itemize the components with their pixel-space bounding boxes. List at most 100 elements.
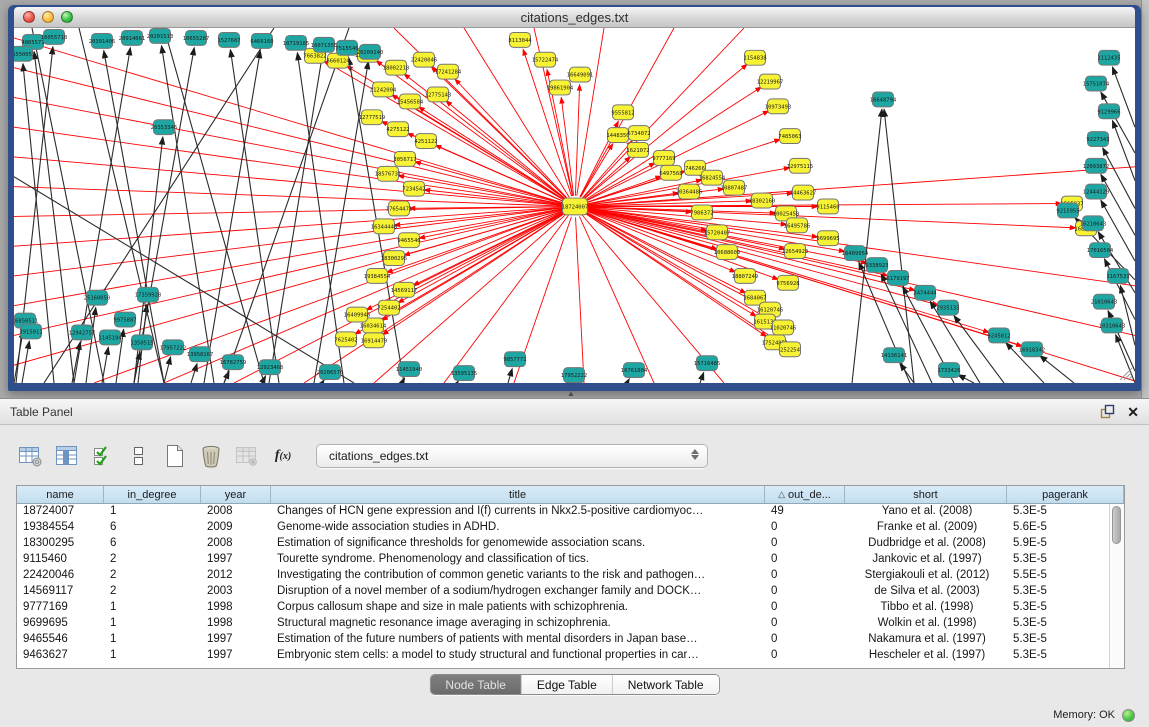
graph-node[interactable]: 10310643 xyxy=(1099,318,1125,333)
table-row[interactable]: 1830029562008Estimation of significance … xyxy=(17,536,1124,552)
graph-node[interactable]: 12775143 xyxy=(425,87,451,102)
column-header-name[interactable]: name xyxy=(17,486,104,503)
table-cell[interactable]: 0 xyxy=(765,648,845,664)
graph-node[interactable]: 14569117 xyxy=(391,282,417,297)
table-cell[interactable]: Franke et al. (2009) xyxy=(845,520,1007,536)
citation-edge[interactable] xyxy=(576,217,584,383)
citation-edge[interactable] xyxy=(14,208,564,276)
citation-edge[interactable] xyxy=(583,157,630,200)
table-cell[interactable]: Wolkin et al. (1998) xyxy=(845,616,1007,632)
function-builder-button[interactable]: f(x) xyxy=(266,440,300,472)
table-row[interactable]: 1938455462009Genome-wide association stu… xyxy=(17,520,1124,536)
table-row[interactable]: 2242004622012Investigating the contribut… xyxy=(17,568,1124,584)
table-cell[interactable]: 1 xyxy=(104,504,201,520)
citation-edge[interactable] xyxy=(14,209,564,335)
graph-node[interactable]: 6466160 xyxy=(250,33,273,48)
graph-node[interactable]: 4251122 xyxy=(414,134,437,149)
table-cell[interactable]: 0 xyxy=(765,616,845,632)
graph-node[interactable]: 13505135 xyxy=(451,366,477,381)
graph-node[interactable]: 15722474 xyxy=(532,52,559,67)
scrollbar-thumb[interactable] xyxy=(1112,506,1121,544)
resize-grip[interactable] xyxy=(1117,365,1133,381)
column-header-pagerank[interactable]: pagerank xyxy=(1007,486,1124,503)
graph-node[interactable]: 7234542 xyxy=(402,181,425,196)
table-cell[interactable]: 0 xyxy=(765,536,845,552)
table-cell[interactable]: 1997 xyxy=(201,632,271,648)
network-view-window[interactable]: citations_edges.txt 18724007955581214483… xyxy=(8,5,1141,391)
network-canvas[interactable]: 1872400795558121448350673407216210729777… xyxy=(14,28,1135,383)
graph-node[interactable]: 10719185 xyxy=(283,35,309,50)
graph-node[interactable]: 7986372 xyxy=(690,205,713,220)
graph-node[interactable]: 18807249 xyxy=(732,268,758,283)
table-cell[interactable]: Structural magnetic resonance image aver… xyxy=(271,616,765,632)
graph-node[interactable]: 1733426 xyxy=(937,363,960,378)
graph-node[interactable]: 15751074 xyxy=(1083,76,1110,91)
graph-node[interactable]: 17016504 xyxy=(1087,243,1114,258)
table-cell[interactable]: 1997 xyxy=(201,648,271,664)
citation-edge[interactable] xyxy=(579,216,654,383)
table-row[interactable]: 1872400712008Changes of HCN gene express… xyxy=(17,504,1124,520)
graph-node[interactable]: 1350515 xyxy=(130,335,153,350)
citation-edge[interactable] xyxy=(324,61,566,201)
edge[interactable] xyxy=(269,55,322,383)
graph-node[interactable]: 1167531 xyxy=(1106,268,1129,283)
network-graph[interactable]: 1872400795558121448350673407216210729777… xyxy=(14,28,1135,383)
table-cell[interactable]: 2012 xyxy=(201,568,271,584)
graph-node[interactable]: 9756928 xyxy=(776,275,799,290)
edge[interactable] xyxy=(322,380,324,383)
graph-node[interactable]: 16409948 xyxy=(344,307,370,322)
edge[interactable] xyxy=(164,28,264,383)
graph-node[interactable]: 12444129 xyxy=(1083,184,1109,199)
graph-node[interactable]: 18300295 xyxy=(381,251,407,266)
table-cell[interactable]: Stergiakouli et al. (2012) xyxy=(845,568,1007,584)
table-cell[interactable]: 0 xyxy=(765,600,845,616)
table-row[interactable]: 946362711997Embryonic stem cells: a mode… xyxy=(17,648,1124,664)
edge[interactable] xyxy=(954,316,1004,383)
graph-node[interactable]: 16782759 xyxy=(220,355,246,370)
close-panel-icon[interactable]: ✕ xyxy=(1127,405,1139,419)
graph-node[interactable]: 20209140 xyxy=(357,44,383,59)
graph-node[interactable]: 9215955 xyxy=(1056,203,1079,218)
graph-node[interactable]: 7254402 xyxy=(377,300,400,315)
table-cell[interactable]: 9115460 xyxy=(17,552,104,568)
table-cell[interactable]: 0 xyxy=(765,520,845,536)
tab-edge-table[interactable]: Edge Table xyxy=(521,675,612,694)
edge[interactable] xyxy=(700,373,704,383)
table-cell[interactable]: 2008 xyxy=(201,536,271,552)
graph-node[interactable]: 17957222 xyxy=(160,340,186,355)
table-cell[interactable]: 1 xyxy=(104,600,201,616)
graph-node[interactable]: 9115460 xyxy=(816,199,839,214)
table-selector-dropdown[interactable]: citations_edges.txt xyxy=(316,444,708,468)
graph-node[interactable]: 11020746 xyxy=(770,320,796,335)
graph-node[interactable]: 20391406 xyxy=(89,33,115,48)
table-cell[interactable]: 0 xyxy=(765,632,845,648)
citation-edge[interactable] xyxy=(584,212,774,322)
graph-node[interactable]: 25160050 xyxy=(84,290,110,305)
table-cell[interactable]: 18724007 xyxy=(17,504,104,520)
table-cell[interactable]: 5.3E-5 xyxy=(1007,504,1124,520)
minimize-window-button[interactable] xyxy=(42,11,54,23)
citation-edge[interactable] xyxy=(586,209,889,276)
graph-node[interactable]: 12219967 xyxy=(757,74,783,89)
graph-node[interactable]: 9699695 xyxy=(816,231,839,246)
citation-edge[interactable] xyxy=(14,38,564,203)
edge[interactable] xyxy=(1103,148,1135,209)
graph-node[interactable]: 1145194 xyxy=(98,330,122,345)
edge[interactable] xyxy=(162,46,214,383)
table-cell[interactable]: Genome-wide association studies in ADHD. xyxy=(271,520,765,536)
delete-column-button[interactable] xyxy=(194,440,228,472)
table-cell[interactable]: 2 xyxy=(104,584,201,600)
table-cell[interactable]: 19384554 xyxy=(17,520,104,536)
graph-node[interactable]: 12093872 xyxy=(1083,158,1109,173)
edge[interactable] xyxy=(884,109,914,383)
zoom-window-button[interactable] xyxy=(61,11,73,23)
citation-edge[interactable] xyxy=(14,68,564,204)
graph-node[interactable]: 8113044 xyxy=(508,32,532,47)
table-cell[interactable]: 5.9E-5 xyxy=(1007,536,1124,552)
column-header-out_de[interactable]: △out_de... xyxy=(765,486,845,503)
graph-node[interactable]: 13958167 xyxy=(187,347,213,362)
table-cell[interactable]: Hescheler et al. (1997) xyxy=(845,648,1007,664)
new-column-button[interactable] xyxy=(158,440,192,472)
graph-node[interactable]: 20201513 xyxy=(147,28,173,43)
graph-node[interactable]: 21242004 xyxy=(370,82,397,97)
